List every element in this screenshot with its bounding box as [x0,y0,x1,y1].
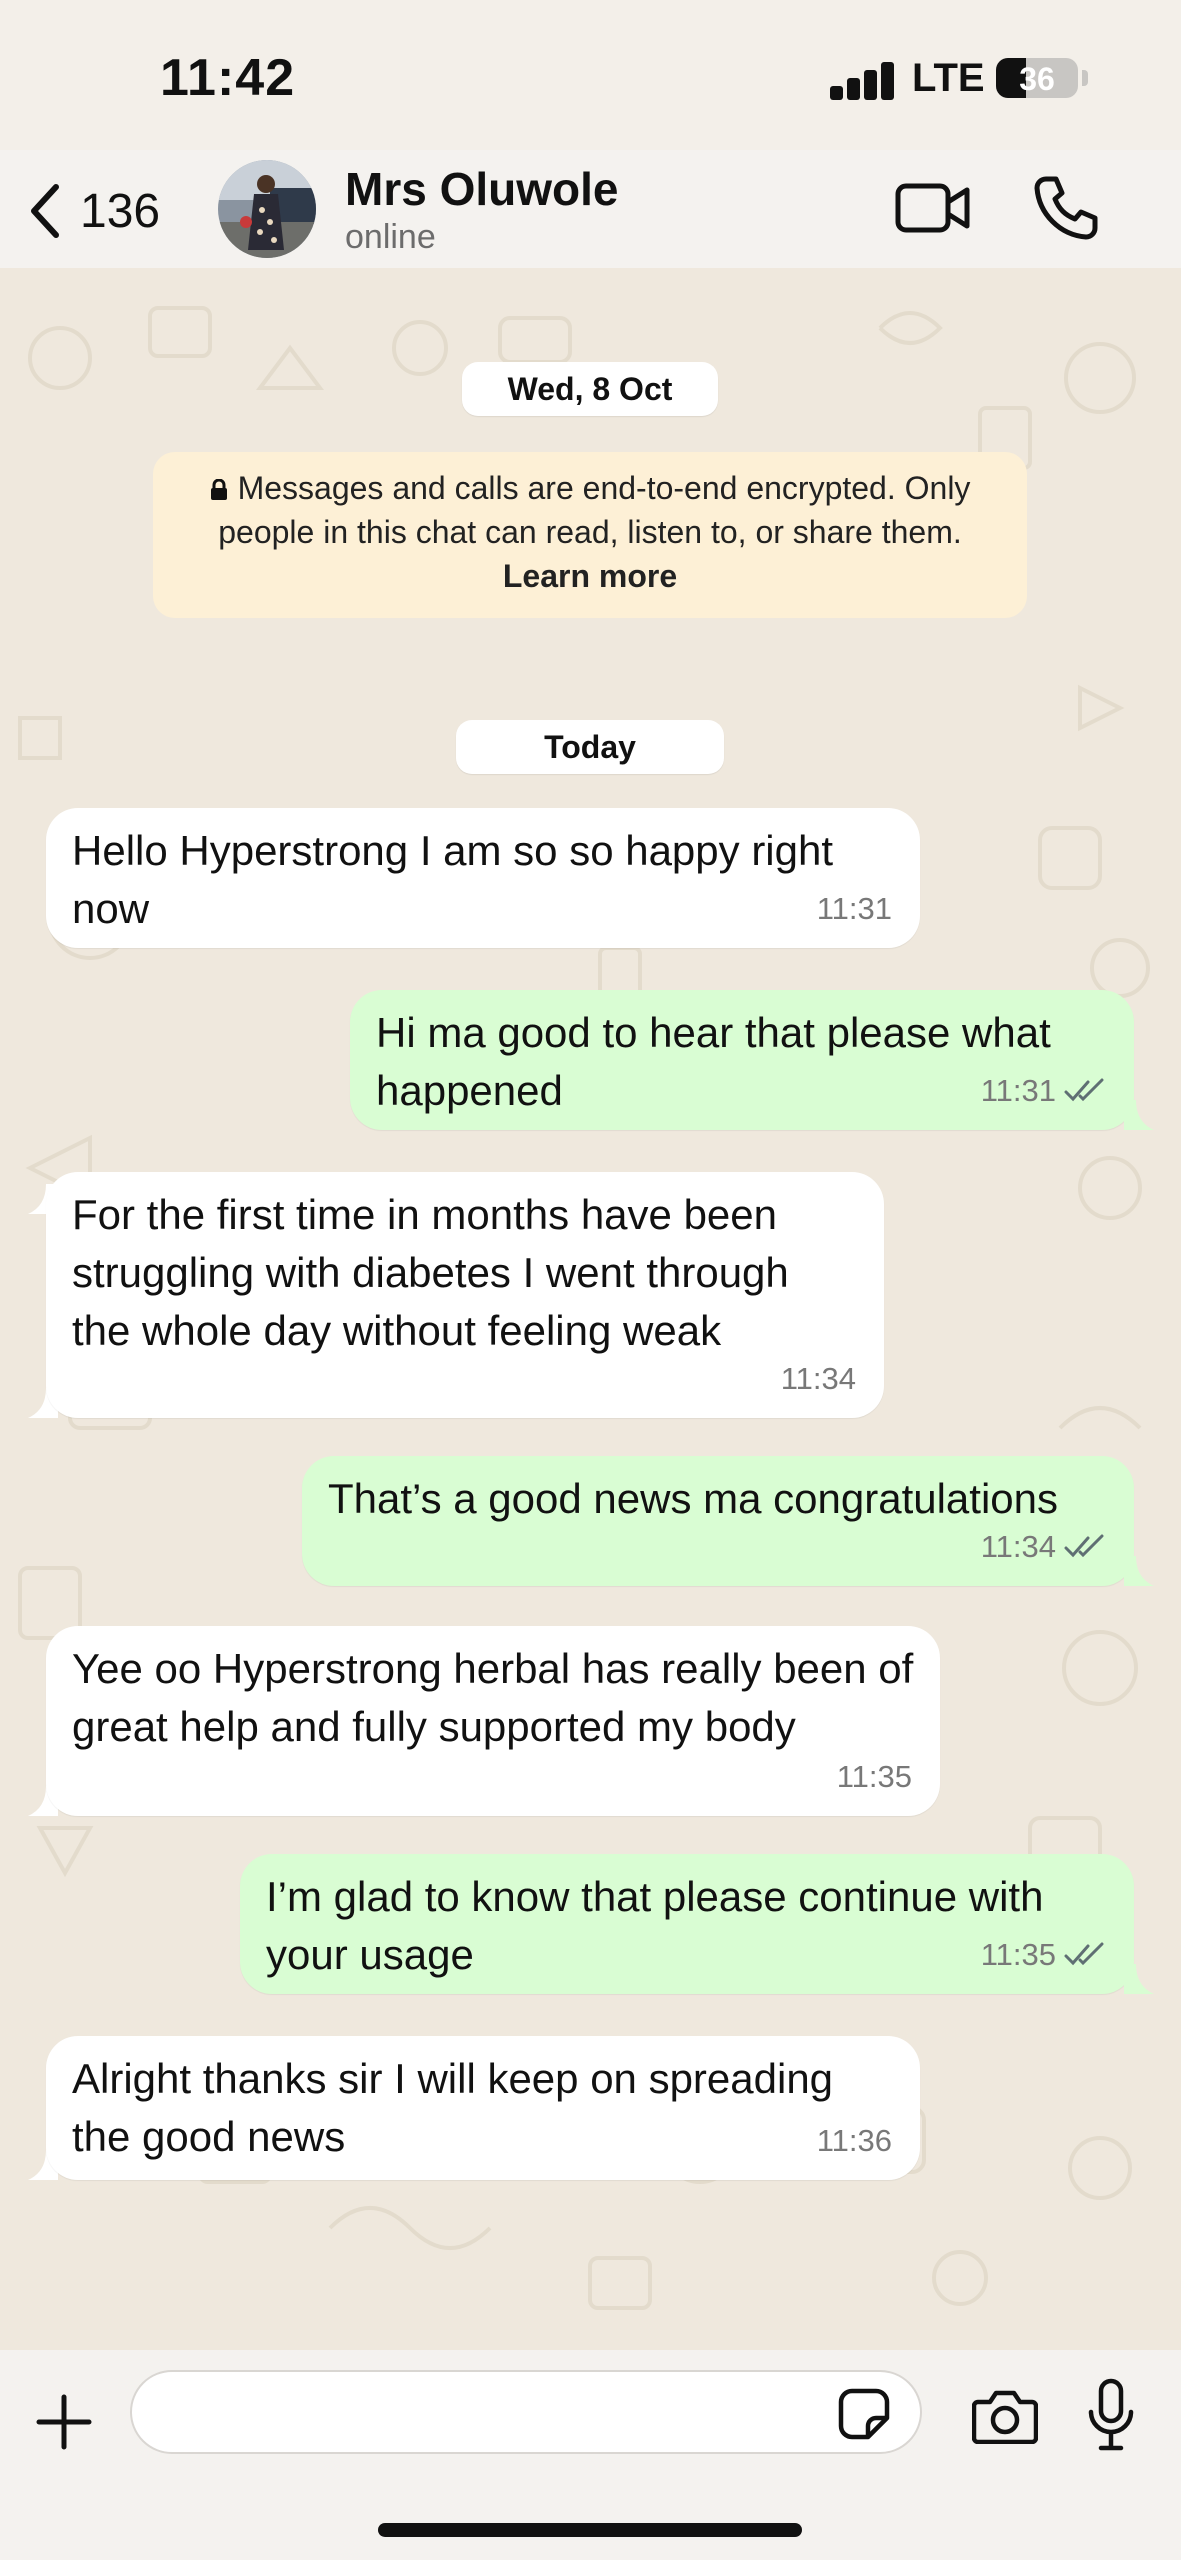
video-call-button[interactable] [895,178,971,238]
bubble-tail [1124,1964,1154,1994]
message-text: That’s a good news ma congratulations [328,1475,1058,1522]
message-text: Hi ma good to hear that please what happ… [376,1009,1051,1114]
voice-message-button[interactable] [1088,2378,1134,2452]
message-text: Alright thanks sir I will keep on spread… [72,2055,834,2160]
message-text: For the first time in months have been s… [72,1191,789,1354]
contact-name[interactable]: Mrs Oluwole [345,162,618,216]
contact-status: online [345,218,436,256]
camera-icon [971,2390,1039,2445]
message-text: Yee oo Hyperstrong herbal has really bee… [72,1645,914,1750]
message-bubble[interactable]: Yee oo Hyperstrong herbal has really bee… [46,1626,940,1816]
message-time: 11:31 [816,891,892,926]
message-meta: 11:35 [981,1926,1106,1984]
chat-area[interactable]: Wed, 8 Oct Messages and calls are end-to… [0,268,1181,2350]
message-meta: 11:34 [781,1350,856,1408]
message-time: 11:34 [980,1529,1056,1564]
message-meta: 11:31 [817,880,892,938]
date-separator: Wed, 8 Oct [462,362,718,416]
message-bubble[interactable]: Alright thanks sir I will keep on spread… [46,2036,920,2180]
battery-level: 36 [1019,61,1055,97]
chat-header: 136 Mrs Oluwole online [0,150,1181,268]
message-input[interactable] [130,2370,922,2454]
message-text: Hello Hyperstrong I am so so happy right… [72,827,834,932]
message-bubble[interactable]: For the first time in months have been s… [46,1172,884,1418]
bubble-tail [1124,1556,1154,1586]
message-meta: 11:31 [981,1062,1106,1120]
message-time: 11:31 [980,1073,1056,1108]
chevron-left-icon [31,184,59,238]
learn-more-link[interactable]: Learn more [503,558,677,594]
message-time: 11:34 [780,1361,856,1396]
attach-button[interactable] [36,2394,92,2450]
camera-button[interactable] [971,2388,1039,2445]
sticker-button[interactable] [838,2388,890,2440]
date-separator: Today [456,720,724,774]
sticker-icon [838,2388,890,2440]
home-indicator[interactable] [378,2523,802,2537]
plus-icon [36,2394,92,2450]
back-button[interactable]: 136 [28,176,188,246]
contact-photo [218,160,316,258]
read-receipt-icon [1064,1534,1104,1558]
battery-icon: 36 [996,58,1078,98]
status-time: 11:42 [160,49,296,107]
read-receipt-icon [1064,1078,1104,1102]
message-meta: 11:36 [817,2112,892,2170]
encryption-notice[interactable]: Messages and calls are end-to-end encryp… [153,452,1027,618]
message-time: 11:36 [816,2123,892,2158]
signal-strength-icon [830,60,896,100]
message-text: I’m glad to know that please continue wi… [266,1873,1044,1978]
message-bubble[interactable]: Hi ma good to hear that please what happ… [350,990,1134,1130]
message-bubble[interactable]: That’s a good news ma congratulations 11… [302,1456,1134,1586]
video-call-icon [895,183,970,233]
network-type: LTE [912,56,985,100]
message-time: 11:35 [980,1937,1056,1972]
message-bubble[interactable]: I’m glad to know that please continue wi… [240,1854,1134,1994]
microphone-icon [1088,2378,1134,2451]
unread-count: 136 [80,184,161,238]
voice-call-button[interactable] [1032,174,1100,242]
phone-icon [1034,176,1098,240]
message-bubble[interactable]: Hello Hyperstrong I am so so happy right… [46,808,920,948]
battery-tip [1082,70,1088,86]
message-meta: 11:35 [837,1748,912,1806]
status-bar: 11:42 LTE 36 [0,0,1181,160]
bubble-tail [1124,1100,1154,1130]
lock-icon [210,479,227,500]
avatar[interactable] [218,160,316,258]
encryption-notice-text: Messages and calls are end-to-end encryp… [218,470,971,550]
read-receipt-icon [1064,1942,1104,1966]
message-time: 11:35 [836,1759,912,1794]
message-meta: 11:34 [981,1518,1106,1576]
